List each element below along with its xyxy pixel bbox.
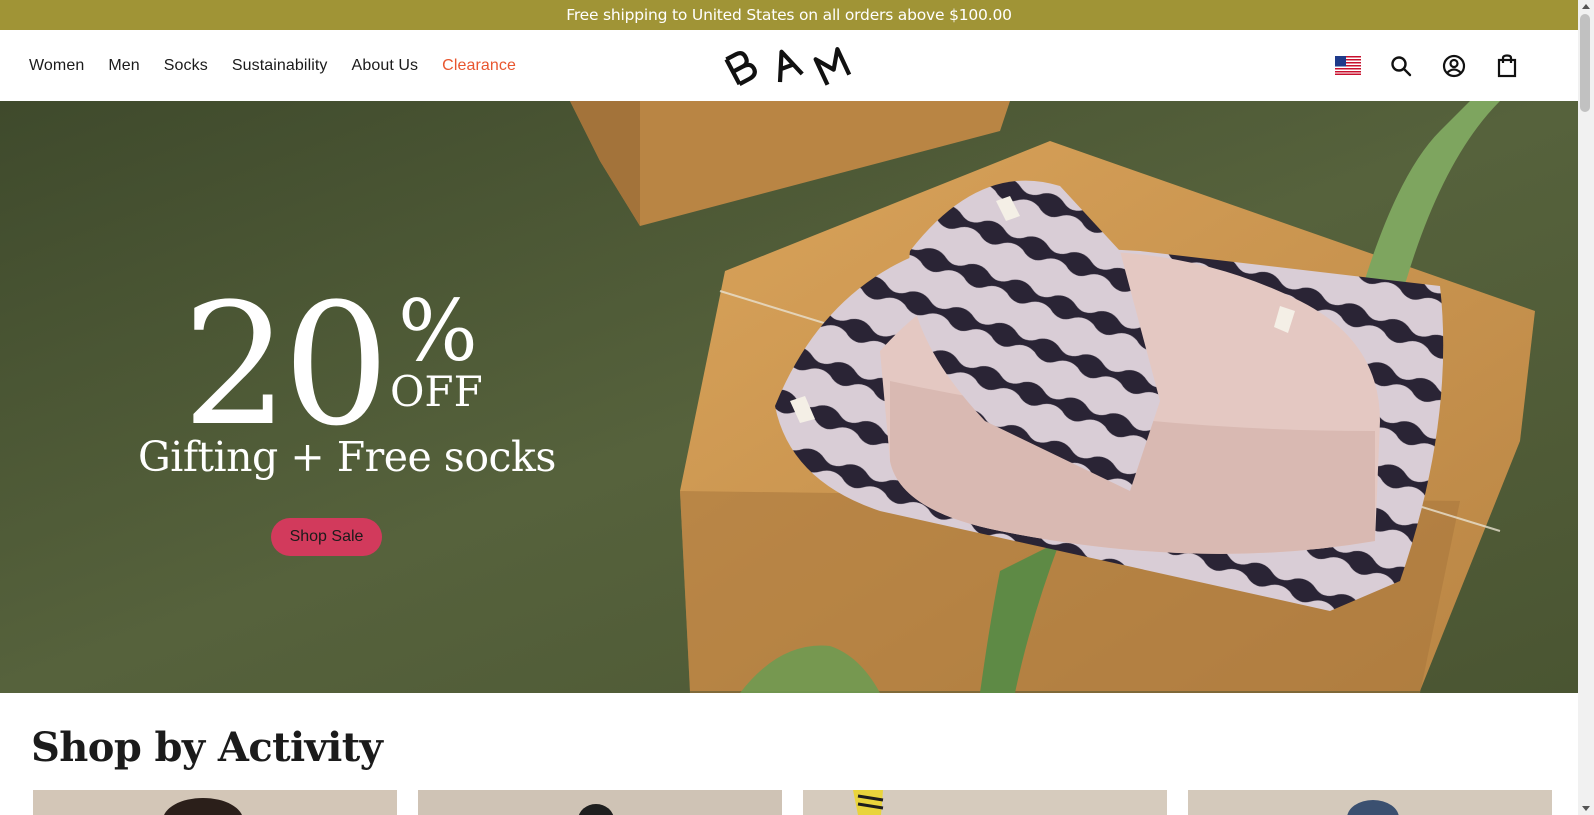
scroll-thumb[interactable] xyxy=(1580,14,1590,112)
nav-item-sustainability[interactable]: Sustainability xyxy=(232,57,328,75)
scroll-down-arrow-icon[interactable] xyxy=(1582,806,1590,811)
activity-card[interactable] xyxy=(418,790,782,815)
discount-number: 20 xyxy=(182,267,390,463)
nav-item-women[interactable]: Women xyxy=(29,57,84,75)
discount-percent: % xyxy=(398,282,478,380)
nav-item-clearance[interactable]: Clearance xyxy=(442,57,516,75)
main-nav: Women Men Socks Sustainability About Us … xyxy=(29,30,540,101)
activity-card[interactable] xyxy=(33,790,397,815)
page-scrollbar[interactable] xyxy=(1578,0,1594,815)
announcement-bar: Free shipping to United States on all or… xyxy=(0,0,1578,30)
header-utilities xyxy=(1308,30,1520,101)
nav-item-about-us[interactable]: About Us xyxy=(352,57,419,75)
site-header: Women Men Socks Sustainability About Us … xyxy=(0,30,1578,101)
shopping-bag-icon[interactable] xyxy=(1494,53,1520,79)
search-icon[interactable] xyxy=(1388,53,1414,79)
section-title: Shop by Activity xyxy=(31,724,383,771)
hero-subtitle: Gifting + Free socks xyxy=(138,433,556,481)
account-icon[interactable] xyxy=(1441,53,1467,79)
us-flag-icon[interactable] xyxy=(1335,53,1361,79)
bam-logo[interactable] xyxy=(722,42,856,88)
scroll-up-arrow-icon[interactable] xyxy=(1582,4,1590,9)
shop-sale-button[interactable]: Shop Sale xyxy=(271,518,382,556)
nav-item-socks[interactable]: Socks xyxy=(164,57,208,75)
hero-banner: 20 % OFF Gifting + Free socks Shop Sale xyxy=(0,101,1578,693)
activity-card[interactable] xyxy=(803,790,1167,815)
discount-off: OFF xyxy=(390,367,483,416)
announcement-text: Free shipping to United States on all or… xyxy=(566,6,1012,24)
nav-item-men[interactable]: Men xyxy=(108,57,139,75)
bam-logo-mark xyxy=(724,47,852,86)
activity-card[interactable] xyxy=(1188,790,1552,815)
